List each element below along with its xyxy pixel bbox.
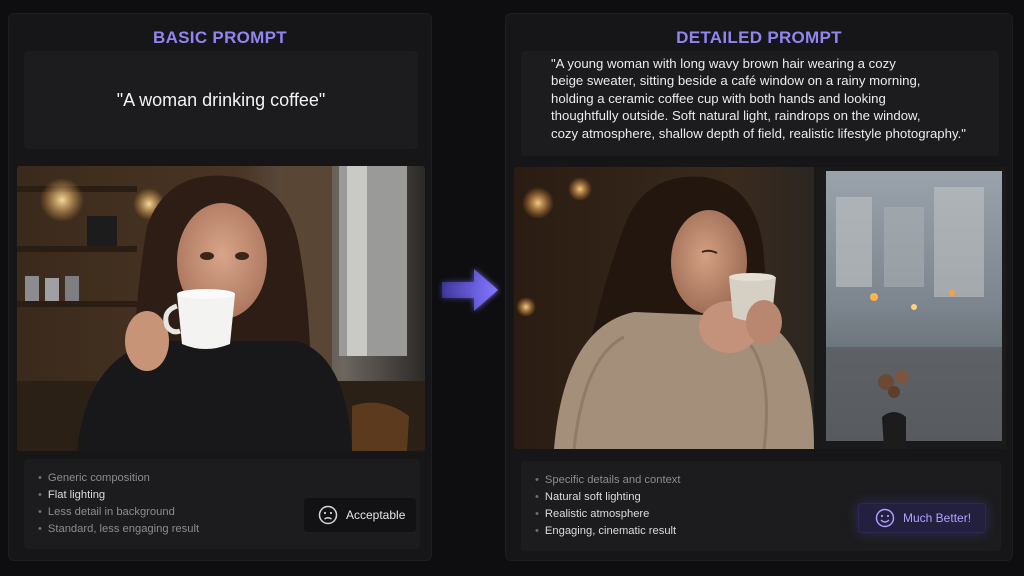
- detailed-result-notes: Specific details and context Natural sof…: [521, 461, 1001, 551]
- list-item: Flat lighting: [38, 487, 199, 504]
- detailed-prompt-text: "A young woman with long wavy brown hair…: [551, 55, 989, 142]
- list-item: Natural soft lighting: [535, 489, 681, 506]
- woman-drinking-coffee-image: [17, 166, 425, 451]
- basic-prompt-panel: BASIC PROMPT "A woman drinking coffee" •…: [8, 13, 432, 561]
- prompt-line: thoughtfully outside. Soft natural light…: [551, 108, 921, 124]
- much-better-badge: Much Better!: [858, 503, 986, 533]
- prompt-line: "A young woman with long wavy brown hair…: [551, 56, 896, 71]
- list-item: Standard, less engaging result: [38, 521, 199, 538]
- list-item: Less detail in background: [38, 504, 199, 521]
- list-item: Generic composition: [38, 470, 199, 487]
- arrow-right-icon: [442, 269, 498, 311]
- prompt-line: cozy atmosphere, shallow depth of field,…: [551, 125, 966, 141]
- list-item: Realistic atmosphere: [535, 506, 681, 523]
- smile-face-icon: [875, 508, 895, 528]
- list-item: Specific details and context: [535, 472, 681, 489]
- prompt-line: beige sweater, sitting beside a café win…: [551, 73, 921, 89]
- basic-prompt-heading: BASIC PROMPT: [153, 28, 287, 47]
- acceptable-badge-label: Acceptable: [346, 508, 406, 522]
- detailed-prompt-heading: DETAILED PROMPT: [676, 28, 842, 47]
- much-better-badge-label: Much Better!: [903, 511, 972, 525]
- basic-result-notes: Generic composition Flat lighting Less d…: [24, 459, 420, 549]
- detailed-result-photo: [514, 167, 1006, 449]
- detailed-prompt-box: "A young woman with long wavy brown hair…: [521, 51, 999, 156]
- detailed-prompt-panel: DETAILED PROMPT "A young woman with long…: [505, 13, 1013, 561]
- prompt-line: holding a ceramic coffee cup with both h…: [551, 90, 886, 106]
- basic-prompt-text: "A woman drinking coffee": [116, 89, 326, 110]
- detailed-points-list: Specific details and context Natural sof…: [535, 472, 681, 540]
- woman-cafe-window-image: [514, 167, 1006, 449]
- acceptable-badge: Acceptable: [304, 498, 416, 532]
- basic-points-list: Generic composition Flat lighting Less d…: [38, 470, 199, 538]
- neutral-face-icon: [318, 505, 338, 525]
- basic-result-photo: [17, 166, 425, 451]
- list-item: Engaging, cinematic result: [535, 523, 681, 540]
- basic-prompt-box: "A woman drinking coffee": [24, 51, 418, 149]
